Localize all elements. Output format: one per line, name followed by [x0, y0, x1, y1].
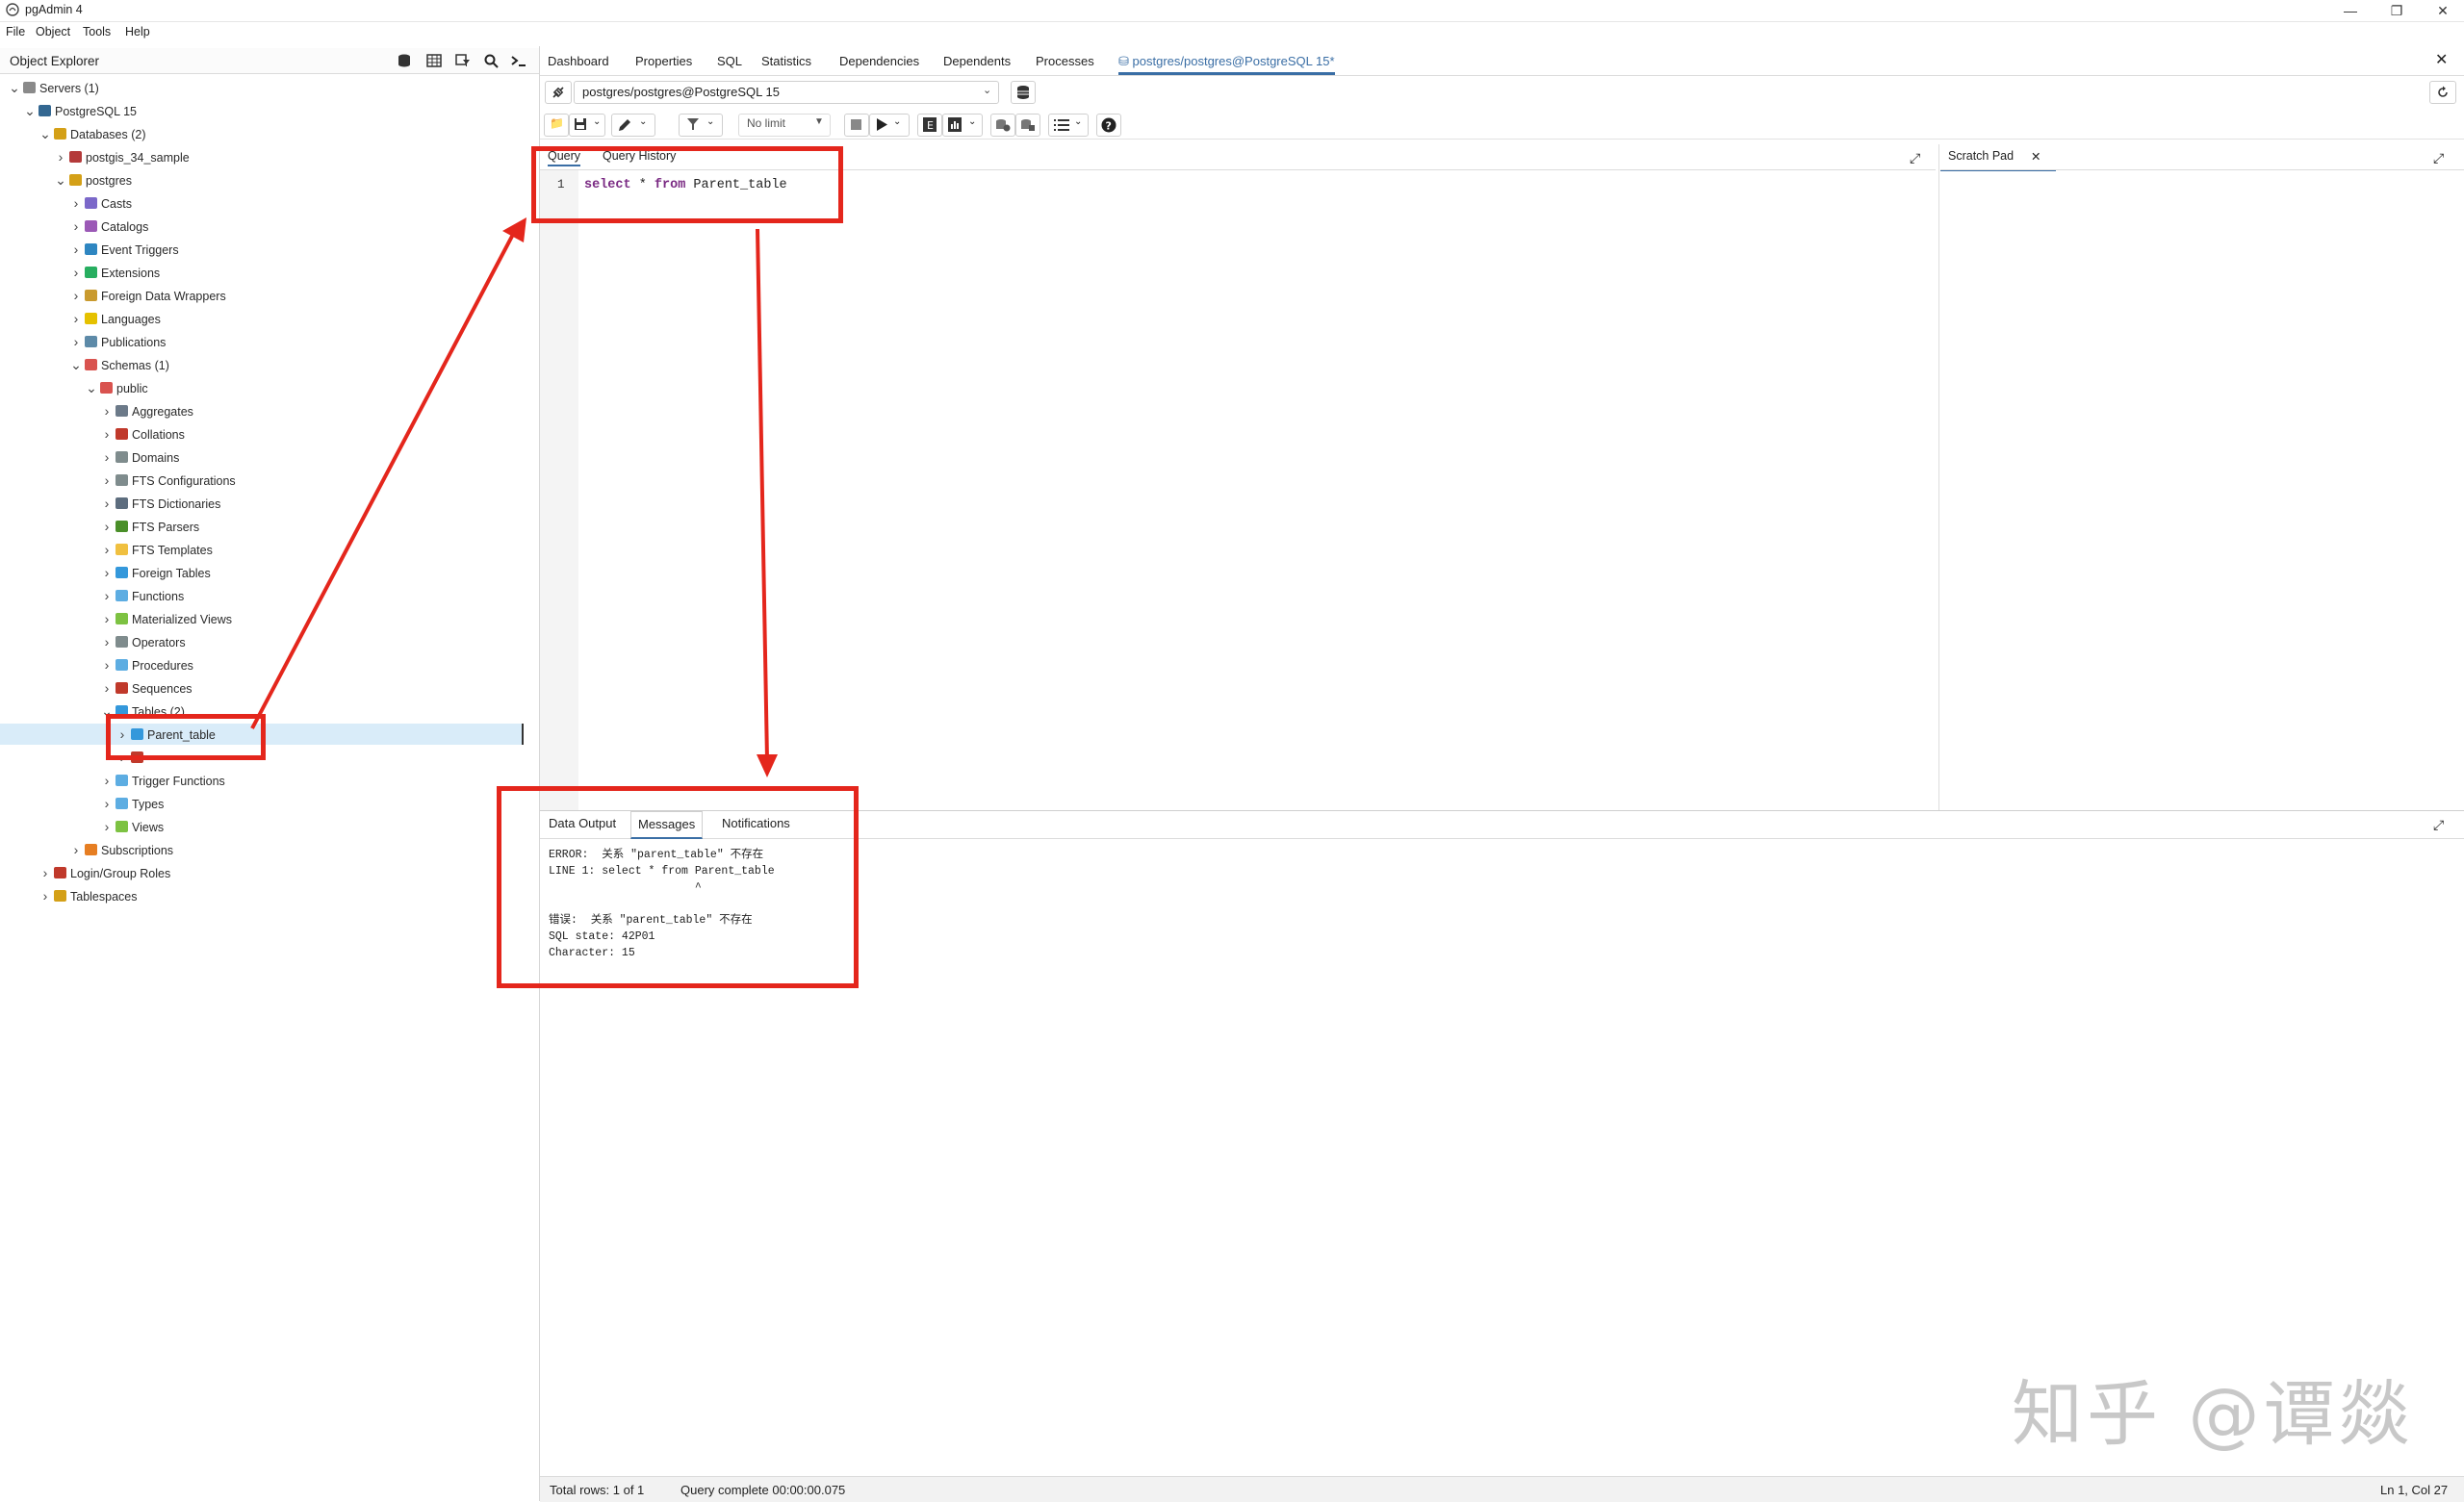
annotation-arrows: [250, 217, 778, 777]
arrowhead-up: [502, 217, 526, 242]
arrowhead-down: [757, 754, 778, 777]
arrow-to-error: [756, 228, 769, 761]
arrow-to-query: [250, 226, 519, 729]
watermark: 知乎 @谭燚: [2012, 1373, 2414, 1456]
